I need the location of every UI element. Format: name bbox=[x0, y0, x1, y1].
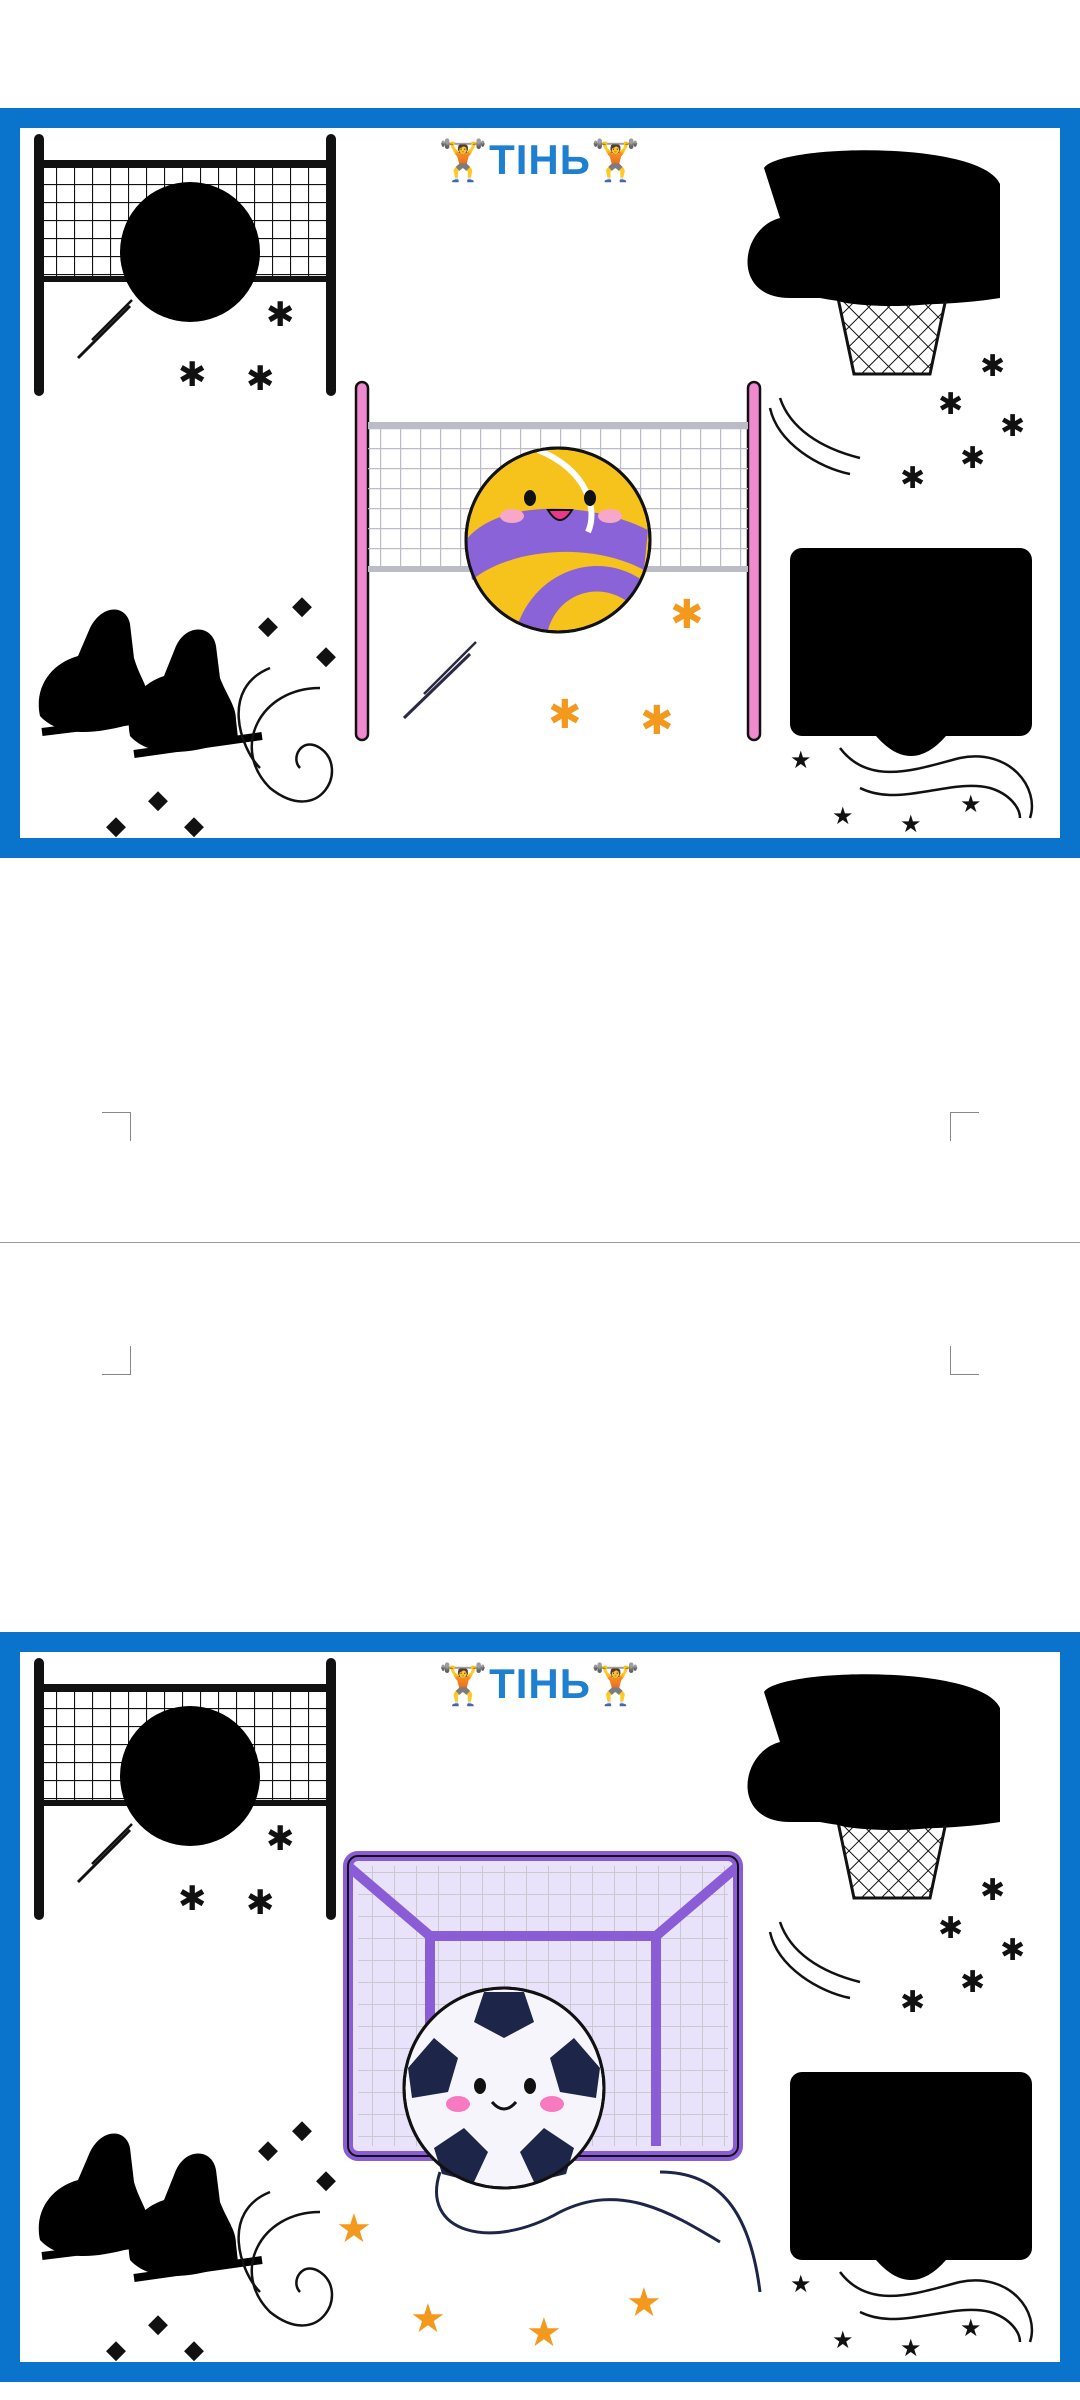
motion-lines bbox=[768, 1921, 861, 2000]
swirl-lines bbox=[237, 2190, 334, 2327]
svg-text:✱: ✱ bbox=[266, 295, 295, 335]
svg-text:✱: ✱ bbox=[178, 1879, 207, 1919]
crop-mark bbox=[950, 1346, 979, 1375]
shadow-ice-skates bbox=[39, 609, 262, 754]
svg-text:◆: ◆ bbox=[106, 2335, 126, 2362]
svg-text:★: ★ bbox=[626, 2280, 662, 2326]
shadow-card-soccer: 🏋ТІНЬ🏋 ✱ ✱ ✱ ✱ ✱ ✱ ✱ ✱ ◆ ◆ ◆ ◆ ◆ ◆ ★ ★ ★ ★ bbox=[0, 1632, 1080, 2382]
svg-text:◆: ◆ bbox=[184, 2335, 204, 2362]
svg-text:◆: ◆ bbox=[292, 591, 312, 621]
shadow-ice-skates bbox=[39, 2133, 262, 2278]
svg-text:✱: ✱ bbox=[938, 1911, 963, 1946]
wind-lines bbox=[839, 747, 1034, 819]
svg-text:◆: ◆ bbox=[316, 641, 336, 671]
svg-text:✱: ✱ bbox=[246, 359, 275, 399]
volleyball-icon bbox=[464, 446, 652, 634]
svg-text:★: ★ bbox=[336, 2206, 372, 2252]
svg-text:★: ★ bbox=[900, 2334, 922, 2362]
colored-soccer-goal: ★ ★ ★ ★ bbox=[336, 1851, 762, 2356]
svg-text:◆: ◆ bbox=[292, 2115, 312, 2145]
svg-text:★: ★ bbox=[790, 746, 812, 774]
card-illustration: ✱✱ ✱ ✱✱✱✱✱ ◆◆◆ ◆◆◆ ★★ ★★ bbox=[32, 132, 1034, 838]
svg-text:✱: ✱ bbox=[246, 1883, 275, 1923]
svg-text:◆: ◆ bbox=[106, 811, 126, 838]
swirl-lines bbox=[237, 666, 334, 803]
motion-lines bbox=[768, 397, 861, 476]
svg-text:◆: ◆ bbox=[148, 785, 168, 815]
svg-text:✱: ✱ bbox=[960, 441, 985, 476]
svg-text:★: ★ bbox=[900, 810, 922, 838]
svg-text:★: ★ bbox=[960, 790, 982, 818]
svg-text:★: ★ bbox=[790, 2270, 812, 2298]
svg-text:✱: ✱ bbox=[670, 592, 704, 638]
svg-text:✱: ✱ bbox=[960, 1965, 985, 2000]
svg-text:★: ★ bbox=[526, 2310, 562, 2356]
shadow-card-volleyball: 🏋ТІНЬ🏋 ✱ ✱ ✱ ✱ ✱ ✱ ✱ ✱ ◆ ◆ ◆ ◆ ◆ ◆ ★ ★ ★… bbox=[0, 108, 1080, 858]
shadow-basketball-hoop bbox=[746, 1672, 1002, 1900]
svg-text:✱: ✱ bbox=[980, 1873, 1005, 1908]
svg-text:✱: ✱ bbox=[1000, 1933, 1025, 1968]
wind-lines bbox=[435, 2170, 762, 2293]
svg-text:◆: ◆ bbox=[148, 2309, 168, 2339]
svg-text:✱: ✱ bbox=[980, 349, 1005, 384]
svg-text:★: ★ bbox=[832, 2326, 854, 2354]
svg-text:✱: ✱ bbox=[900, 1985, 925, 2020]
svg-text:✱: ✱ bbox=[640, 698, 674, 744]
colored-volleyball-net: ✱ ✱ ✱ bbox=[354, 380, 762, 744]
card-illustration: ✱✱ ✱ ✱✱✱✱✱ ◆◆◆ ◆◆◆ ★★ ★★ bbox=[32, 1656, 1034, 2362]
shadow-basketball-board bbox=[790, 548, 1032, 756]
svg-text:★: ★ bbox=[960, 2314, 982, 2342]
shadow-basketball-hoop bbox=[746, 148, 1002, 376]
svg-text:✱: ✱ bbox=[900, 461, 925, 496]
svg-text:★: ★ bbox=[410, 2296, 446, 2342]
svg-text:✱: ✱ bbox=[178, 355, 207, 395]
wind-lines bbox=[839, 2271, 1034, 2343]
page-divider bbox=[0, 1242, 1080, 1243]
soccer-ball-icon bbox=[402, 1986, 606, 2190]
svg-text:✱: ✱ bbox=[1000, 409, 1025, 444]
svg-text:◆: ◆ bbox=[258, 611, 278, 641]
svg-text:✱: ✱ bbox=[938, 387, 963, 422]
svg-text:◆: ◆ bbox=[258, 2135, 278, 2165]
crop-mark bbox=[102, 1112, 131, 1141]
svg-text:★: ★ bbox=[832, 802, 854, 830]
crop-mark bbox=[102, 1346, 131, 1375]
crop-mark bbox=[950, 1112, 979, 1141]
shadow-basketball-board bbox=[790, 2072, 1032, 2280]
svg-text:✱: ✱ bbox=[266, 1819, 295, 1859]
svg-text:◆: ◆ bbox=[184, 811, 204, 838]
svg-text:✱: ✱ bbox=[548, 692, 582, 738]
svg-text:◆: ◆ bbox=[316, 2165, 336, 2195]
star-icon: ★ ★ ★ ★ bbox=[336, 2206, 662, 2356]
